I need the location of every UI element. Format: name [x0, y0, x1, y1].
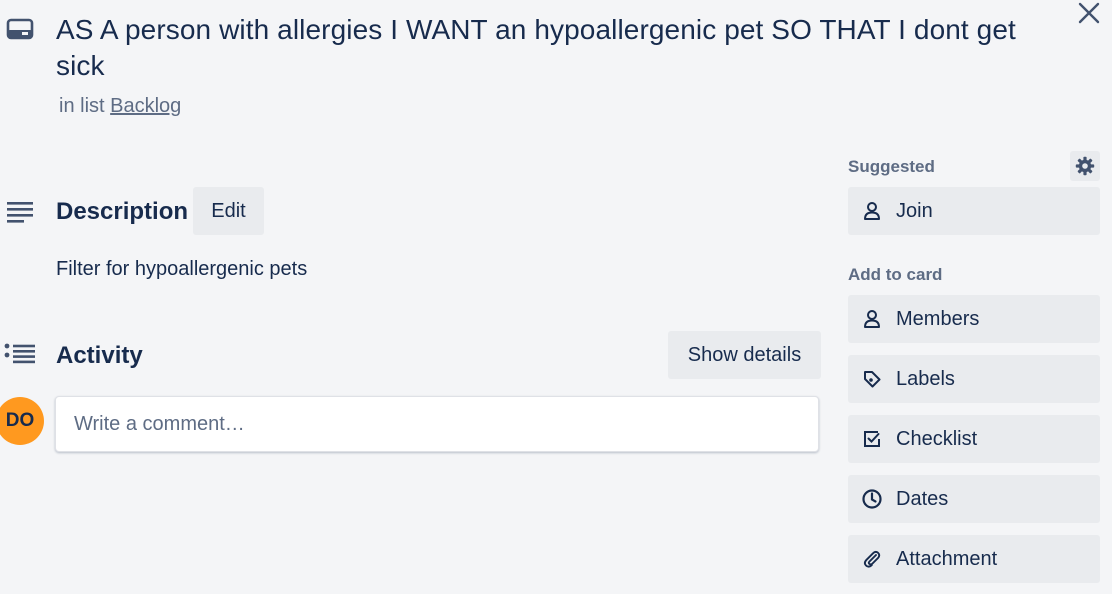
avatar[interactable]: DO [0, 397, 44, 445]
activity-icon [4, 342, 36, 368]
checklist-button[interactable]: Checklist [848, 415, 1100, 463]
checklist-label: Checklist [896, 427, 978, 450]
in-list-breadcrumb: in list Backlog [59, 95, 181, 118]
description-heading: Description [56, 198, 189, 225]
close-icon[interactable] [1074, 0, 1102, 28]
attachment-label: Attachment [896, 547, 998, 570]
labels-button[interactable]: Labels [848, 355, 1100, 403]
members-button[interactable]: Members [848, 295, 1100, 343]
join-button[interactable]: Join [848, 187, 1100, 235]
members-label: Members [896, 307, 980, 330]
comment-input[interactable] [55, 396, 819, 452]
description-text[interactable]: Filter for hypoallergenic pets [56, 258, 307, 281]
labels-label: Labels [896, 367, 955, 390]
suggested-heading: Suggested [848, 157, 935, 176]
paperclip-icon [860, 547, 884, 571]
card-title: AS A person with allergies I WANT an hyp… [56, 14, 1016, 81]
activity-heading: Activity [56, 342, 143, 369]
edit-description-button[interactable]: Edit [193, 187, 264, 235]
label-tag-icon [860, 367, 884, 391]
card-icon [6, 18, 34, 42]
clock-icon [860, 487, 884, 511]
checkbox-icon [860, 427, 884, 451]
dates-label: Dates [896, 487, 949, 510]
join-label: Join [896, 199, 933, 222]
gear-icon[interactable] [1070, 151, 1100, 181]
list-link[interactable]: Backlog [110, 95, 181, 117]
add-to-card-heading: Add to card [848, 265, 943, 284]
person-icon [860, 199, 884, 223]
description-icon [6, 200, 34, 224]
dates-button[interactable]: Dates [848, 475, 1100, 523]
attachment-button[interactable]: Attachment [848, 535, 1100, 583]
person-icon [860, 307, 884, 331]
show-details-button[interactable]: Show details [668, 331, 821, 379]
in-list-prefix: in list [59, 95, 105, 117]
